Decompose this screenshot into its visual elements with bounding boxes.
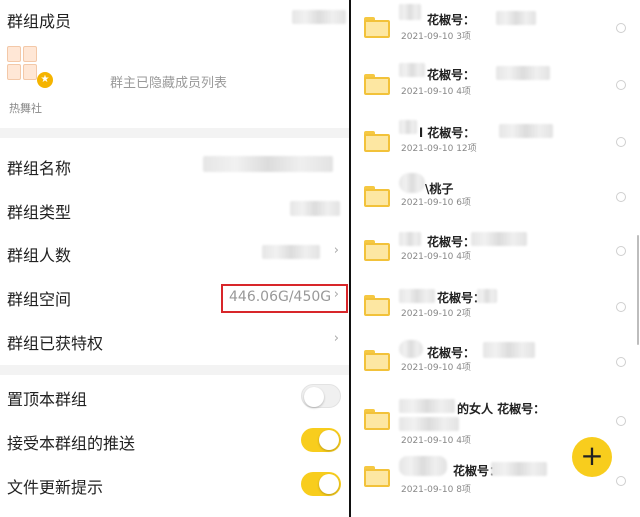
list-item[interactable]: 花椒号： 2021-09-10 4项 [351, 228, 640, 285]
list-item[interactable]: 花椒号： 2021-09-10 2项 [351, 285, 640, 342]
row-pin-group: 置顶本群组 [0, 381, 349, 411]
members-org-name: 热舞社 [9, 102, 42, 115]
blurred-id [496, 66, 550, 80]
folder-icon [364, 74, 390, 95]
folder-icon [364, 466, 390, 487]
members-label: 群组成员 [7, 12, 72, 31]
file-meta: 2021-09-10 12项 [401, 144, 477, 154]
chevron-right-icon: › [333, 331, 339, 346]
group-name-blurred [203, 156, 333, 172]
blurred-name [399, 173, 425, 193]
blurred-name [399, 120, 417, 134]
blurred-name [399, 340, 423, 358]
blurred-name [399, 232, 421, 246]
blurred-id [491, 462, 547, 476]
row-group-type[interactable]: 群组类型 [0, 189, 349, 231]
file-title: 花椒号： [427, 68, 476, 82]
receive-push-toggle[interactable] [301, 428, 341, 452]
file-meta: 2021-09-10 8项 [401, 485, 471, 495]
file-meta: 2021-09-10 2项 [401, 309, 471, 319]
folder-icon [364, 295, 390, 316]
row-label: 群组空间 [7, 290, 72, 309]
select-radio[interactable] [616, 80, 626, 90]
toggle-label: 置顶本群组 [7, 390, 88, 409]
blurred-id [483, 342, 535, 358]
row-file-update-notice: 文件更新提示 [0, 469, 349, 499]
select-radio[interactable] [616, 302, 626, 312]
select-radio[interactable] [616, 357, 626, 367]
group-count-blurred [262, 245, 320, 259]
folder-icon [364, 409, 390, 430]
storage-value: 446.06G/450G [229, 289, 332, 305]
row-label: 群组人数 [7, 246, 72, 265]
file-update-toggle[interactable] [301, 472, 341, 496]
add-button[interactable]: + [572, 437, 612, 477]
folder-icon [364, 240, 390, 261]
row-label: 群组已获特权 [7, 334, 104, 353]
list-item[interactable]: 花椒号： 2021-09-10 4项 [351, 57, 640, 114]
section-divider [0, 365, 349, 375]
hidden-members-text: 群主已隐藏成员列表 [110, 76, 228, 91]
chevron-right-icon: › [333, 243, 339, 258]
file-meta: 2021-09-10 4项 [401, 436, 471, 446]
list-item[interactable]: \桃子 2021-09-10 6项 [351, 171, 640, 228]
row-group-privileges[interactable]: 群组已获特权 › [0, 320, 349, 362]
select-radio[interactable] [616, 23, 626, 33]
select-radio[interactable] [616, 416, 626, 426]
row-group-name[interactable]: 群组名称 [0, 145, 349, 187]
list-item[interactable]: l 花椒号： 2021-09-10 12项 [351, 114, 640, 171]
section-divider [0, 128, 349, 138]
members-count-blurred [292, 10, 346, 24]
blurred-id [471, 232, 527, 246]
folder-icon [364, 17, 390, 38]
file-meta: 2021-09-10 4项 [401, 252, 471, 262]
file-title: 的女人 花椒号： [457, 402, 546, 416]
row-label: 群组名称 [7, 159, 72, 178]
row-group-count[interactable]: 群组人数 › [0, 232, 349, 274]
folder-icon [364, 186, 390, 207]
blurred-id [499, 124, 553, 138]
group-type-blurred [290, 201, 340, 216]
blurred-name [399, 63, 425, 77]
file-title: 花椒号： [427, 346, 476, 360]
members-avatar-icon[interactable]: ★ [7, 46, 53, 90]
select-radio[interactable] [616, 246, 626, 256]
list-item[interactable]: 花椒号： 2021-09-10 3项 [351, 0, 640, 57]
blurred-name [399, 456, 447, 476]
file-meta: 2021-09-10 6项 [401, 198, 471, 208]
select-radio[interactable] [616, 192, 626, 202]
toggle-label: 文件更新提示 [7, 478, 104, 497]
list-item[interactable]: 花椒号： 2021-09-10 4项 [351, 338, 640, 395]
blurred-id [496, 11, 536, 25]
select-radio[interactable] [616, 137, 626, 147]
file-meta: 2021-09-10 4项 [401, 87, 471, 97]
pin-group-toggle[interactable] [301, 384, 341, 408]
blurred-id [477, 289, 497, 303]
blurred-id [399, 417, 459, 431]
blurred-name [399, 399, 455, 413]
file-list-panel: 花椒号： 2021-09-10 3项 花椒号： 2021-09-10 4项 l … [351, 0, 640, 517]
toggle-label: 接受本群组的推送 [7, 434, 136, 453]
select-radio[interactable] [616, 476, 626, 486]
file-meta: 2021-09-10 3项 [401, 32, 471, 42]
row-label: 群组类型 [7, 203, 72, 222]
folder-icon [364, 350, 390, 371]
row-receive-push: 接受本群组的推送 [0, 425, 349, 455]
file-title: l 花椒号： [419, 126, 476, 140]
blurred-name [399, 289, 435, 303]
file-title: 花椒号： [427, 235, 476, 249]
file-meta: 2021-09-10 4项 [401, 363, 471, 373]
scrollbar[interactable] [637, 235, 639, 345]
blurred-name [399, 4, 421, 20]
file-title: 花椒号： [427, 13, 476, 27]
group-settings-panel: 群组成员 ★ 热舞社 群主已隐藏成员列表 群组名称 群组类型 群组人数 › 群组… [0, 0, 349, 517]
crown-icon: ★ [37, 72, 53, 88]
folder-icon [364, 131, 390, 152]
